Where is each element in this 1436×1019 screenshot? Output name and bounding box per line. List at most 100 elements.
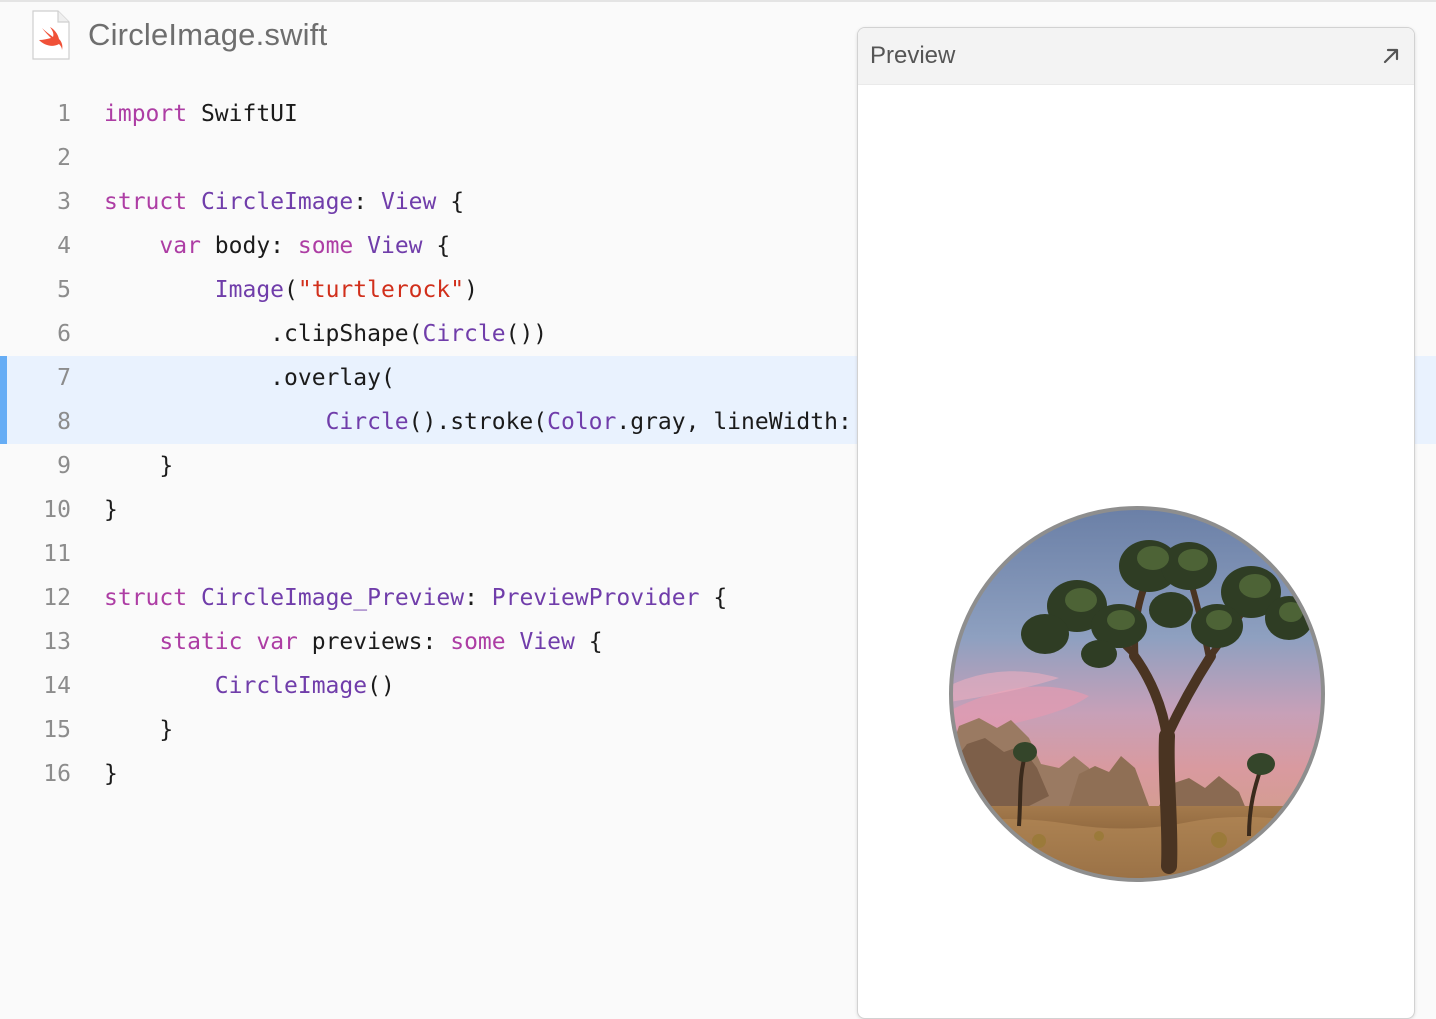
line-source: }	[104, 444, 173, 488]
line-source: }	[104, 488, 118, 532]
line-number: 14	[43, 673, 71, 699]
code-token: SwiftUI	[187, 101, 298, 127]
code-line[interactable]: 16}	[0, 752, 858, 796]
code-token: :	[464, 585, 492, 611]
code-token: }	[104, 453, 174, 479]
preview-header: Preview	[858, 28, 1414, 85]
code-token: ().stroke(	[408, 409, 548, 435]
line-number: 5	[57, 277, 71, 303]
line-source: static var previews: some View {	[104, 620, 603, 664]
code-token: Circle	[422, 321, 506, 347]
line-number: 4	[57, 233, 71, 259]
code-token: .clipShape(	[104, 321, 423, 347]
code-token: some	[297, 233, 354, 259]
code-token: Circle	[325, 409, 409, 435]
code-line[interactable]: 5 Image("turtlerock")	[0, 268, 858, 312]
line-number: 13	[43, 629, 71, 655]
code-token: Color	[547, 409, 617, 435]
code-line[interactable]: 6 .clipShape(Circle())	[0, 312, 858, 356]
code-token: }	[104, 761, 118, 787]
code-token: var	[159, 233, 201, 259]
code-token: struct	[104, 585, 188, 611]
code-line[interactable]: 8 Circle().stroke(Color.gray, lineWidth:…	[0, 400, 858, 444]
line-source: }	[104, 752, 118, 796]
code-token: View	[519, 629, 575, 655]
line-number: 15	[43, 717, 71, 743]
line-source: }	[104, 708, 173, 752]
code-token: {	[574, 629, 603, 655]
code-line[interactable]: 13 static var previews: some View {	[0, 620, 858, 664]
code-line[interactable]: 11	[0, 532, 858, 576]
line-source: Image("turtlerock")	[104, 268, 478, 312]
code-token: struct	[104, 189, 188, 215]
code-token: PreviewProvider	[491, 585, 700, 611]
code-token: ()	[367, 673, 395, 699]
code-token: }	[104, 497, 118, 523]
code-line[interactable]: 10}	[0, 488, 858, 532]
code-token: {	[422, 233, 451, 259]
code-editor[interactable]: 1 import SwiftUI 2 3 struct CircleImage: Vie…	[0, 92, 858, 812]
line-number: 8	[57, 409, 71, 435]
line-source: var body: some View {	[104, 224, 450, 268]
code-line[interactable]: 7 .overlay(	[0, 356, 858, 400]
line-source: .clipShape(Circle())	[104, 312, 547, 356]
line-source: CircleImage()	[104, 664, 395, 708]
code-line[interactable]: 14 CircleImage()	[0, 664, 858, 708]
file-title: CircleImage.swift	[88, 17, 328, 52]
code-line[interactable]: 1 import SwiftUI	[0, 92, 858, 136]
top-border	[0, 0, 1436, 2]
line-number: 6	[57, 321, 71, 347]
line-number: 2	[57, 145, 71, 171]
line-number: 11	[43, 541, 71, 567]
code-token: }	[104, 717, 174, 743]
code-token: CircleImage	[214, 673, 368, 699]
line-number: 7	[57, 365, 71, 391]
code-line[interactable]: 12 struct CircleImage_Preview: PreviewPro…	[0, 576, 858, 620]
code-token: .gray, lineWidth: 4))	[616, 409, 852, 435]
code-line[interactable]: 4 var body: some View {	[0, 224, 858, 268]
code-token: some	[450, 629, 506, 655]
code-token: {	[699, 585, 728, 611]
preview-panel: Preview	[857, 27, 1415, 1019]
line-source: struct CircleImage_Preview: PreviewProvi…	[104, 576, 727, 620]
code-token: )	[464, 277, 478, 303]
code-token: (	[284, 277, 298, 303]
line-number: 16	[43, 761, 71, 787]
code-token: CircleImage_Preview	[200, 585, 465, 611]
line-number: 3	[57, 189, 71, 215]
circle-image-preview	[949, 506, 1325, 882]
code-token: import	[104, 101, 188, 127]
line-number: 1	[57, 101, 71, 127]
code-token: body:	[200, 233, 298, 259]
code-line[interactable]: 2	[0, 136, 858, 180]
line-number: 12	[43, 585, 71, 611]
code-token: :	[353, 189, 381, 215]
code-token: static	[159, 629, 243, 655]
code-line[interactable]: 9 }	[0, 444, 858, 488]
code-token: "turtlerock"	[297, 277, 465, 303]
code-token: View	[367, 233, 423, 259]
file-header: CircleImage.swift	[32, 10, 327, 60]
code-line[interactable]: 15 }	[0, 708, 858, 752]
expand-arrow-icon[interactable]	[1380, 45, 1402, 67]
code-token: ())	[505, 321, 548, 347]
code-token: {	[436, 189, 465, 215]
code-token: View	[380, 189, 437, 215]
code-token: .overlay(	[104, 365, 395, 391]
line-source: struct CircleImage: View {	[104, 180, 464, 224]
code-token: CircleImage	[200, 189, 354, 215]
code-line[interactable]: 3 struct CircleImage: View {	[0, 180, 858, 224]
line-source: .overlay(	[104, 356, 395, 400]
code-token: Image	[214, 277, 285, 303]
code-token: var	[256, 629, 298, 655]
